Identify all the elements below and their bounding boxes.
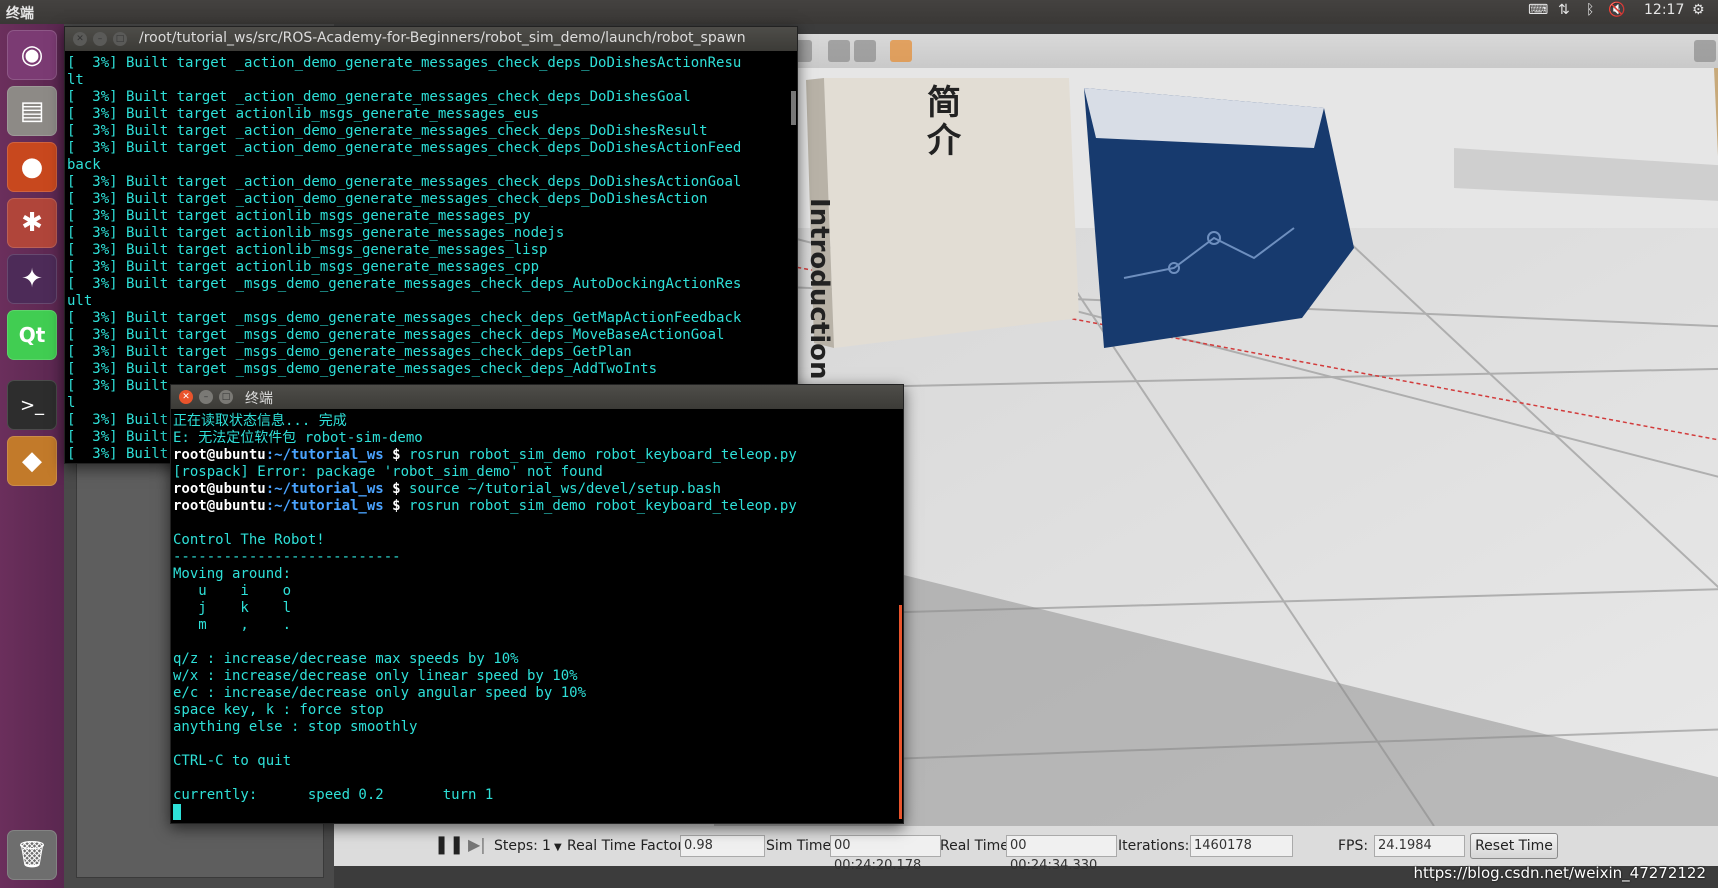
terminal-output-line: ult	[67, 293, 93, 309]
snap-icon[interactable]	[854, 40, 876, 62]
step-icon[interactable]: ▶|	[468, 835, 486, 854]
prompt-path: :~/tutorial_ws	[265, 481, 384, 497]
scrollbar[interactable]	[791, 91, 796, 125]
pause-icon[interactable]: ❚❚	[434, 834, 464, 855]
prompt-sign: $	[383, 498, 410, 514]
terminal-output-line: [ 3%] Built target actionlib_msgs_genera…	[67, 106, 540, 122]
terminal-output-line: lt	[67, 72, 84, 88]
terminal-icon[interactable]: >_	[7, 380, 57, 430]
minimize-icon[interactable]: –	[199, 390, 213, 404]
terminal-output-line: [ 3%] Built target _action_demo_generate…	[67, 123, 708, 139]
terminal-output-line: [ 3%] Built target _action_demo_generate…	[67, 55, 742, 71]
clock[interactable]: 12:17	[1644, 2, 1684, 18]
sim-time-label: Sim Time:	[766, 838, 836, 854]
minimize-icon[interactable]: –	[93, 32, 107, 46]
text-cursor	[173, 804, 182, 820]
command-line: rosrun robot_sim_demo robot_keyboard_tel…	[409, 447, 797, 463]
ubuntu-dash-icon[interactable]: ◉	[7, 30, 57, 80]
command-line: source ~/tutorial_ws/devel/setup.bash	[409, 481, 721, 497]
gazebo-status-bar: ❚❚ ▶| Steps: 1 ▼ Real Time Factor: 0.98 …	[334, 826, 1718, 873]
chevron-down-icon[interactable]: ▼	[554, 842, 562, 853]
terminal-front-output[interactable]: 正在读取状态信息... 完成 E: 无法定位软件包 robot-sim-demo…	[173, 413, 797, 821]
terminal-back-titlebar[interactable]: ✕ – □ /root/tutorial_ws/src/ROS-Academy-…	[65, 27, 797, 51]
top-panel: 终端 ⌨ ⇅ ᛒ 🔇 12:17 ⚙	[0, 0, 1718, 24]
terminal-output-line: [ 3%] Built target actionlib_msgs_genera…	[67, 242, 548, 258]
terminal-front-window[interactable]: ✕ – □ 终端 正在读取状态信息... 完成 E: 无法定位软件包 robot…	[170, 384, 904, 824]
network-icon[interactable]: ⇅	[1558, 2, 1570, 18]
terminal-front-title: 终端	[245, 391, 273, 407]
trash-icon[interactable]: 🗑	[7, 830, 57, 880]
qt-creator-icon[interactable]: Qt	[7, 310, 57, 360]
watermark: https://blog.csdn.net/weixin_47272122	[1413, 864, 1706, 882]
bluetooth-icon[interactable]: ᛒ	[1586, 2, 1594, 18]
close-icon[interactable]: ✕	[73, 32, 87, 46]
command-line: rosrun robot_sim_demo robot_keyboard_tel…	[409, 498, 797, 514]
terminal-output-line: [ 3%] Built target _msgs_demo_generate_m…	[67, 276, 742, 292]
prompt-user: root@ubuntu	[173, 498, 266, 514]
terminal-output-line: [ 3%] Built target _action_demo_generate…	[67, 191, 708, 207]
maximize-icon[interactable]: □	[219, 390, 233, 404]
close-icon[interactable]: ✕	[179, 390, 193, 404]
fps-label: FPS:	[1338, 838, 1369, 854]
prompt-path: :~/tutorial_ws	[265, 447, 384, 463]
terminal-output-line: [ 3%] Built target _msgs_demo_generate_m…	[67, 361, 658, 377]
prompt-sign: $	[383, 447, 410, 463]
rospack-error-line: [rospack] Error: package 'robot_sim_demo…	[173, 464, 603, 480]
steps-label: Steps:	[494, 838, 538, 854]
iterations-value: 1460178	[1190, 835, 1293, 857]
prompt-user: root@ubuntu	[173, 447, 266, 463]
gear-icon[interactable]: ⚙	[1692, 2, 1705, 18]
volume-muted-icon[interactable]: 🔇	[1608, 2, 1625, 18]
prompt-user: root@ubuntu	[173, 481, 266, 497]
terminal-output-line: [ 3%] Built target _msgs_demo_generate_m…	[67, 327, 725, 343]
terminal-output-line: [ 3%] Built target actionlib_msgs_genera…	[67, 259, 540, 275]
sim-time-value: 00 00:24:20.178	[830, 835, 941, 873]
keyboard-icon[interactable]: ⌨	[1528, 2, 1548, 18]
active-app-title: 终端	[6, 6, 34, 22]
error-line: E: 无法定位软件包 robot-sim-demo	[173, 430, 423, 446]
terminal-output-line: [ 3%] Built target actionlib_msgs_genera…	[67, 208, 531, 224]
real-time-label: Real Time:	[940, 838, 1014, 854]
prompt-path: :~/tutorial_ws	[265, 498, 384, 514]
terminal-output-line: [ 3%] Built target actionlib_msgs_genera…	[67, 225, 565, 241]
teleop-help-text: Control The Robot! ---------------------…	[173, 532, 587, 803]
sign-chinese-text: 简 介	[927, 83, 961, 161]
prompt-sign: $	[383, 481, 410, 497]
file-manager-icon[interactable]: ▤	[7, 86, 57, 136]
rviz-icon[interactable]: ✦	[7, 254, 57, 304]
fps-value: 24.1984	[1374, 835, 1465, 857]
rtf-label: Real Time Factor:	[567, 838, 688, 854]
terminal-output-line: [ 3%] Built target _msgs_demo_generate_m…	[67, 310, 742, 326]
reset-time-button[interactable]: Reset Time	[1470, 833, 1558, 859]
terminal-output-line: back	[67, 157, 101, 173]
terminal-back-title: /root/tutorial_ws/src/ROS-Academy-for-Be…	[139, 30, 746, 46]
status-line: 正在读取状态信息... 完成	[173, 413, 347, 429]
terminal-front-titlebar[interactable]: ✕ – □ 终端	[171, 385, 903, 409]
scrollbar[interactable]	[899, 605, 902, 819]
real-time-value: 00 00:24:34.330	[1006, 835, 1117, 873]
system-settings-icon[interactable]: ✱	[7, 198, 57, 248]
iterations-label: Iterations:	[1118, 838, 1190, 854]
terminal-output-line: [ 3%] Built target _action_demo_generate…	[67, 174, 742, 190]
view-angle-icon[interactable]	[890, 40, 912, 62]
rtf-value: 0.98	[680, 835, 765, 857]
terminal-output-line: [ 3%] Built target _action_demo_generate…	[67, 140, 742, 156]
steps-value[interactable]: 1	[542, 838, 551, 854]
gazebo-icon[interactable]: ◆	[7, 436, 57, 486]
screenshot-icon[interactable]	[1694, 40, 1716, 62]
align-icon[interactable]	[828, 40, 850, 62]
terminal-output-line: [ 3%] Built target _msgs_demo_generate_m…	[67, 344, 632, 360]
sign-english-text: Introduction	[804, 198, 834, 380]
firefox-icon[interactable]: ●	[7, 142, 57, 192]
launcher: ◉ ▤ ● ✱ ✦ Qt >_ ◆ 🗑	[0, 24, 64, 888]
maximize-icon[interactable]: □	[113, 32, 127, 46]
terminal-output-line: [ 3%] Built target _action_demo_generate…	[67, 89, 691, 105]
